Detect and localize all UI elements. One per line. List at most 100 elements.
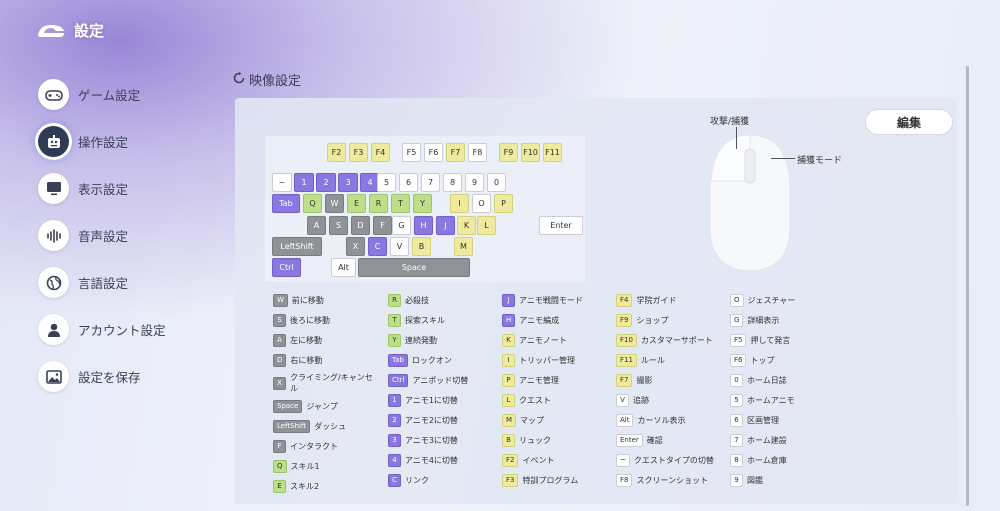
key-space[interactable]: Space	[358, 258, 470, 277]
scrollbar[interactable]	[966, 66, 969, 506]
key-o[interactable]: O	[472, 194, 491, 213]
legend-item: S 後ろに移動	[273, 310, 380, 330]
legend-action: クエストタイプの切替	[633, 455, 714, 465]
key-8[interactable]: 8	[443, 173, 462, 192]
key-enter[interactable]: Enter	[539, 216, 583, 235]
key-3[interactable]: 3	[338, 173, 358, 192]
key-f7[interactable]: F7	[446, 143, 465, 162]
key-1[interactable]: 1	[294, 173, 314, 192]
key-a[interactable]: A	[307, 216, 326, 235]
key-j[interactable]: J	[436, 216, 455, 235]
legend-action: カスタマーサポート	[640, 335, 713, 345]
key-g[interactable]: G	[392, 216, 411, 235]
key-f2[interactable]: F2	[327, 143, 346, 162]
sidebar-item-4[interactable]: 音声設定	[38, 212, 208, 259]
key-f3[interactable]: F3	[349, 143, 368, 162]
legend-action: 学院ガイド	[636, 295, 677, 305]
legend-column-4: F4 学院ガイド F9 ショップ F10 カスタマーサポート F11 ルール F7 撮影 V 追跡 Al…	[616, 290, 714, 490]
key-f6[interactable]: F6	[424, 143, 443, 162]
sidebar-item-label: 表示設定	[78, 182, 129, 197]
key-t[interactable]: T	[391, 194, 410, 213]
key-tilde[interactable]: ~	[272, 173, 292, 192]
key-m[interactable]: M	[454, 237, 473, 256]
sidebar-item-7[interactable]: 設定を保存	[38, 353, 208, 400]
key-x[interactable]: X	[346, 237, 365, 256]
key-9[interactable]: 9	[465, 173, 484, 192]
legend-key: F10	[616, 333, 637, 347]
back-logo-icon[interactable]	[36, 19, 66, 41]
legend-action: ジェスチャー	[747, 295, 796, 305]
key-b[interactable]: B	[412, 237, 431, 256]
legend-item: F6 トップ	[730, 350, 795, 370]
legend-item: 6 区画管理	[730, 410, 795, 430]
key-f5[interactable]: F5	[402, 143, 421, 162]
legend-action: アニモ編成	[519, 315, 560, 325]
key-f[interactable]: F	[373, 216, 392, 235]
key-e[interactable]: E	[347, 194, 366, 213]
key-2[interactable]: 2	[316, 173, 336, 192]
key-5[interactable]: 5	[377, 173, 396, 192]
legend-key: 7	[730, 433, 743, 447]
key-f11[interactable]: F11	[543, 143, 562, 162]
key-leftshift[interactable]: LeftShift	[272, 237, 322, 256]
legend-action: スクリーンショット	[636, 475, 709, 485]
sidebar-item-1[interactable]: ゲーム設定	[38, 71, 208, 118]
legend-action: 撮影	[636, 375, 653, 385]
legend-key: 6	[730, 413, 743, 427]
legend-key: Space	[273, 399, 303, 413]
key-f9[interactable]: F9	[499, 143, 518, 162]
legend-action: 探索スキル	[405, 315, 445, 325]
legend-item: K アニモノート	[502, 330, 583, 350]
legend-key: M	[502, 413, 517, 427]
monitor-icon	[38, 173, 69, 204]
key-s[interactable]: S	[329, 216, 348, 235]
legend-item: 4 アニモ4に切替	[388, 450, 468, 470]
legend-key: Y	[388, 333, 401, 347]
legend-action: アニポッド切替	[412, 375, 469, 385]
legend-key: Q	[273, 459, 287, 473]
key-d[interactable]: D	[351, 216, 370, 235]
legend-action: ロックオン	[411, 355, 452, 365]
key-f4[interactable]: F4	[371, 143, 390, 162]
audio-wave-icon	[38, 220, 69, 251]
edit-button[interactable]: 編集	[865, 109, 953, 135]
key-f10[interactable]: F10	[521, 143, 540, 162]
legend-key: F2	[502, 453, 519, 467]
legend-action: クライミング/キャンセル	[290, 373, 373, 393]
legend-key: K	[502, 333, 515, 347]
key-p[interactable]: P	[494, 194, 513, 213]
legend-action: 詳細表示	[747, 315, 780, 325]
legend-action: アニモ2に切替	[405, 415, 458, 425]
key-7[interactable]: 7	[421, 173, 440, 192]
legend-action: 特訓プログラム	[522, 475, 579, 485]
key-ctrl[interactable]: Ctrl	[272, 258, 301, 277]
key-h[interactable]: H	[414, 216, 433, 235]
key-w[interactable]: W	[325, 194, 344, 213]
sidebar-item-label: アカウント設定	[78, 323, 166, 338]
key-6[interactable]: 6	[399, 173, 418, 192]
key-q[interactable]: Q	[303, 194, 322, 213]
legend-item: F7 撮影	[616, 370, 714, 390]
legend-action: アニモ3に切替	[405, 435, 458, 445]
sidebar-item-6[interactable]: アカウント設定	[38, 306, 208, 353]
key-r[interactable]: R	[369, 194, 388, 213]
legend-key: 2	[388, 413, 401, 427]
key-k[interactable]: K	[457, 216, 476, 235]
key-i[interactable]: I	[450, 194, 469, 213]
legend-key: 1	[388, 393, 401, 407]
sidebar-item-5[interactable]: 言語設定	[38, 259, 208, 306]
key-l[interactable]: L	[477, 216, 496, 235]
key-alt[interactable]: Alt	[331, 258, 356, 277]
key-0[interactable]: 0	[487, 173, 506, 192]
sidebar-item-3[interactable]: 表示設定	[38, 165, 208, 212]
key-tab[interactable]: Tab	[272, 194, 300, 213]
legend-item: H アニモ編成	[502, 310, 583, 330]
key-v[interactable]: V	[390, 237, 409, 256]
sidebar-item-2[interactable]: 操作設定	[38, 118, 208, 165]
key-y[interactable]: Y	[413, 194, 432, 213]
key-c[interactable]: C	[368, 237, 387, 256]
legend-action: 図鑑	[747, 475, 763, 485]
key-f8[interactable]: F8	[468, 143, 487, 162]
legend-item: F4 学院ガイド	[616, 290, 714, 310]
legend-item: D 右に移動	[273, 350, 380, 370]
